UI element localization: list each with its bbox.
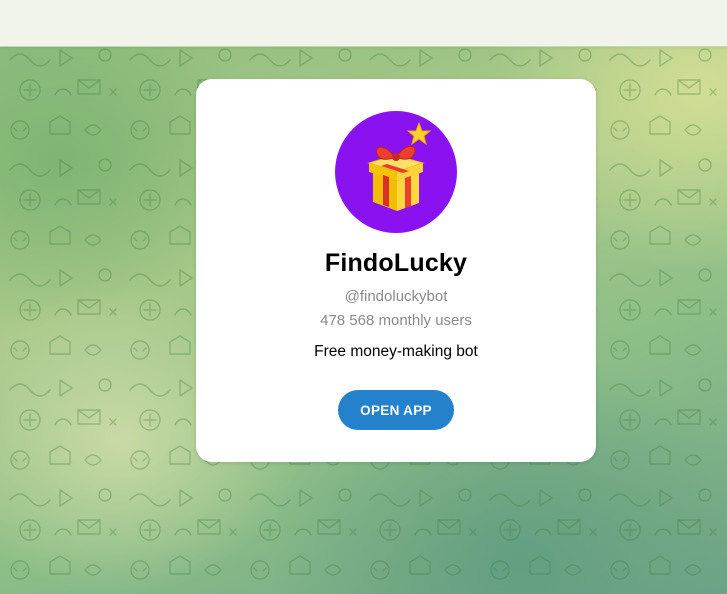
open-app-button[interactable]: OPEN APP	[338, 390, 454, 430]
top-header-bar	[0, 0, 727, 47]
bot-name: FindoLucky	[324, 249, 468, 277]
monthly-users-count: 478 568 monthly users	[320, 312, 472, 329]
bot-avatar	[335, 111, 457, 233]
bot-info-card: FindoLucky @findoluckybot 478 568 monthl…	[196, 79, 596, 462]
gift-box-icon	[367, 121, 432, 211]
bot-description: Free money-making bot	[314, 343, 478, 360]
bot-username: @findoluckybot	[344, 288, 448, 305]
